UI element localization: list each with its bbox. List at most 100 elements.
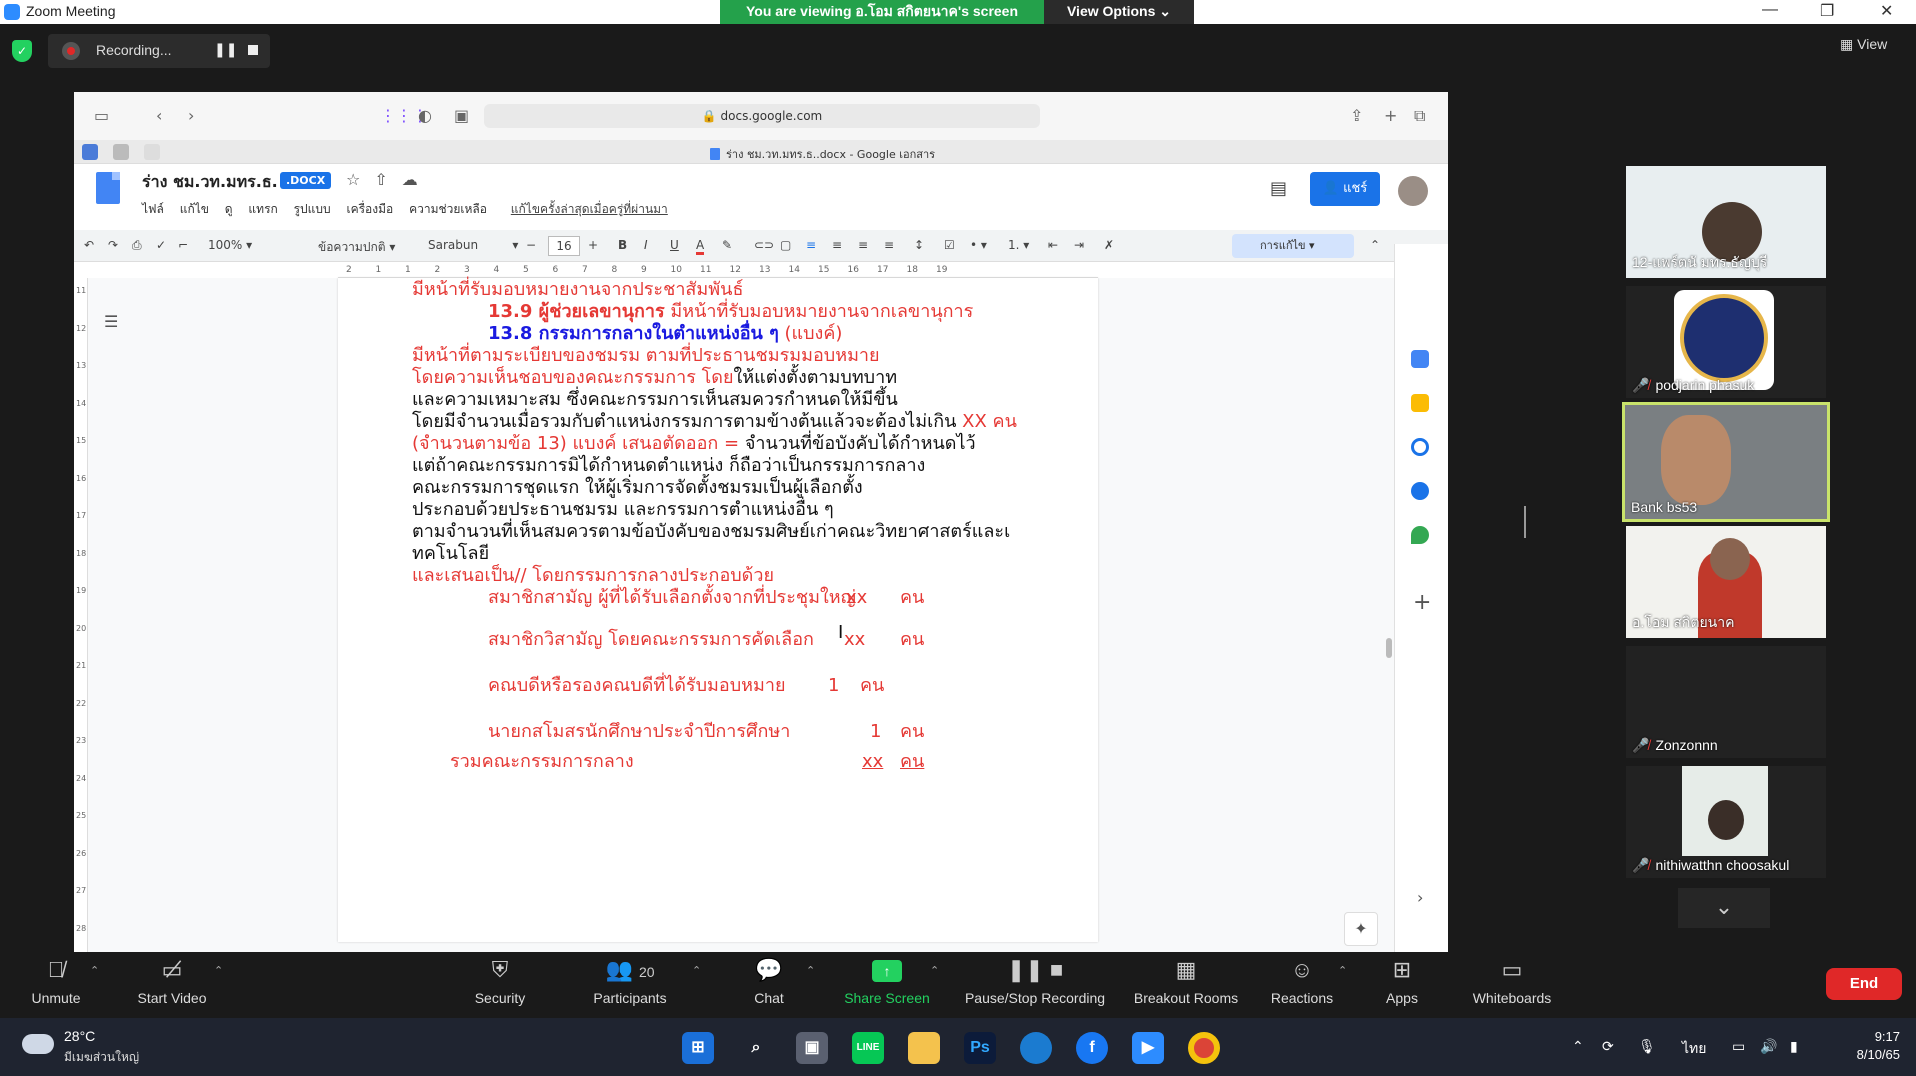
italic-icon[interactable]: I: [644, 238, 648, 252]
facebook-icon[interactable]: f: [1076, 1032, 1108, 1064]
share-button[interactable]: 👤 แชร์: [1310, 172, 1380, 206]
print-icon[interactable]: ⎙: [132, 238, 142, 253]
edge-browser-icon[interactable]: [1020, 1032, 1052, 1064]
spellcheck-icon[interactable]: ✓: [156, 238, 166, 252]
task-view-icon[interactable]: ▣: [796, 1032, 828, 1064]
video-options-caret-icon[interactable]: ⌃: [214, 964, 223, 977]
participant-tile[interactable]: 12-แพร์ตนั มทร.ธัญบุรี: [1626, 166, 1826, 278]
expand-panel-icon[interactable]: ›: [1417, 888, 1423, 907]
tray-overflow-icon[interactable]: ⌃: [1572, 1038, 1584, 1055]
new-tab-icon[interactable]: +: [1384, 106, 1397, 125]
forward-icon[interactable]: ›: [188, 106, 194, 125]
share-icon[interactable]: ⇪: [1350, 106, 1363, 125]
menu-help[interactable]: ความช่วยเหลือ: [409, 202, 487, 216]
bold-icon[interactable]: B: [618, 238, 627, 252]
restore-icon[interactable]: ❐: [1820, 1, 1834, 21]
bullet-list-icon[interactable]: • ▾: [970, 238, 987, 252]
highlight-icon[interactable]: ✎: [722, 238, 732, 252]
add-addon-icon[interactable]: +: [1413, 590, 1431, 615]
last-edit-link[interactable]: แก้ไขครั้งล่าสุดเมื่อครู่ที่ผ่านมา: [511, 202, 668, 216]
decrease-indent-icon[interactable]: ⇤: [1048, 238, 1058, 252]
more-participants-chevron-icon[interactable]: ⌄: [1678, 888, 1770, 928]
view-options-button[interactable]: View Options ⌄: [1044, 0, 1194, 24]
security-button[interactable]: ⛨ Security: [460, 952, 540, 1018]
menu-file[interactable]: ไฟล์: [142, 202, 164, 216]
privacy-shield-icon[interactable]: ◐: [418, 106, 432, 125]
font-select[interactable]: Sarabun ▾: [428, 238, 518, 252]
sidebar-toggle-icon[interactable]: ▭: [94, 106, 109, 125]
star-icon[interactable]: ☆: [346, 170, 374, 189]
contacts-icon[interactable]: [1411, 482, 1429, 500]
start-menu-icon[interactable]: ⊞: [682, 1032, 714, 1064]
undo-icon[interactable]: ↶: [84, 238, 94, 252]
menu-view[interactable]: ดู: [225, 202, 233, 216]
docs-logo-icon[interactable]: [96, 172, 120, 204]
start-video-button[interactable]: ▭̸ Start Video ⌃: [122, 952, 223, 1018]
editing-mode-select[interactable]: การแก้ไข ▾: [1232, 234, 1354, 258]
volume-icon[interactable]: 🔊: [1760, 1038, 1777, 1055]
apps-button[interactable]: ⊞ Apps: [1382, 952, 1422, 1018]
clear-format-icon[interactable]: ✗: [1104, 238, 1114, 252]
maps-icon[interactable]: [1411, 526, 1429, 544]
line-app-icon[interactable]: LINE: [852, 1032, 884, 1064]
system-clock[interactable]: 9:17 8/10/65: [1836, 1028, 1900, 1064]
increase-font-icon[interactable]: +: [588, 238, 598, 252]
participant-tile-active-speaker[interactable]: Bank bs53: [1622, 402, 1830, 522]
menu-tools[interactable]: เครื่องมือ: [346, 202, 393, 216]
increase-indent-icon[interactable]: ⇥: [1074, 238, 1084, 252]
keep-icon[interactable]: [1411, 394, 1429, 412]
participant-tile[interactable]: 🎤̸ podjarin phasuk: [1626, 286, 1826, 398]
calendar-icon[interactable]: [1411, 350, 1429, 368]
favorite-1-icon[interactable]: [82, 144, 98, 160]
paint-format-icon[interactable]: ⌐: [178, 238, 188, 252]
extension-icon[interactable]: ▣: [454, 106, 469, 125]
align-left-icon[interactable]: ≡: [806, 238, 816, 252]
panel-divider[interactable]: [1524, 506, 1526, 538]
redo-icon[interactable]: ↷: [108, 238, 118, 252]
language-indicator[interactable]: ไทย: [1682, 1038, 1706, 1060]
comment-history-icon[interactable]: ▤: [1270, 178, 1287, 199]
align-right-icon[interactable]: ≡: [858, 238, 868, 252]
minimize-icon[interactable]: —: [1762, 1, 1778, 19]
document-scrollbar[interactable]: [1386, 638, 1392, 658]
font-size-input[interactable]: 16: [548, 236, 580, 256]
back-icon[interactable]: ‹: [156, 106, 162, 125]
address-bar[interactable]: 🔒 docs.google.com: [484, 104, 1040, 128]
style-select[interactable]: ข้อความปกติ ▾: [318, 238, 395, 257]
pause-recording-icon[interactable]: ❚❚: [214, 42, 237, 58]
move-icon[interactable]: ⇧: [374, 170, 401, 189]
share-screen-button[interactable]: ↑ Share Screen ⌃: [836, 952, 939, 1018]
reactions-caret-icon[interactable]: ⌃: [1338, 964, 1347, 977]
weather-condition[interactable]: มีเมฆส่วนใหญ่: [64, 1048, 139, 1067]
collapse-toolbar-icon[interactable]: ⌃: [1370, 238, 1380, 252]
view-button[interactable]: ▦ View: [1840, 36, 1887, 53]
line-spacing-icon[interactable]: ↕: [914, 238, 924, 252]
participants-caret-icon[interactable]: ⌃: [692, 964, 701, 977]
menu-format[interactable]: รูปแบบ: [294, 202, 331, 216]
decrease-font-icon[interactable]: −: [526, 238, 536, 252]
document-page[interactable]: มีหน้าที่รับมอบหมายงานจากประชาสัมพันธ์ 1…: [338, 278, 1098, 942]
zoom-select[interactable]: 100% ▾: [208, 238, 252, 252]
account-avatar[interactable]: [1398, 176, 1428, 206]
participant-tile[interactable]: 🎤̸ Zonzonnn: [1626, 646, 1826, 758]
share-caret-icon[interactable]: ⌃: [930, 964, 939, 977]
menu-edit[interactable]: แก้ไข: [180, 202, 209, 216]
link-icon[interactable]: ⊂⊃: [754, 238, 774, 252]
battery-icon[interactable]: ▮: [1790, 1038, 1798, 1055]
network-icon[interactable]: ▭: [1732, 1038, 1745, 1055]
tab-overview-icon[interactable]: ⧉: [1414, 106, 1425, 126]
checklist-icon[interactable]: ☑: [944, 238, 955, 252]
add-comment-icon[interactable]: ▢: [780, 238, 791, 252]
sync-icon[interactable]: ⟳: [1602, 1038, 1614, 1055]
document-title[interactable]: ร่าง ชม.วท.มทร.ธ.: [142, 170, 278, 195]
whiteboards-button[interactable]: ▭ Whiteboards: [1466, 952, 1558, 1018]
chat-caret-icon[interactable]: ⌃: [806, 964, 815, 977]
underline-icon[interactable]: U: [670, 238, 679, 252]
file-explorer-icon[interactable]: [908, 1032, 940, 1064]
text-color-icon[interactable]: A: [696, 238, 705, 255]
end-meeting-button[interactable]: End: [1826, 968, 1902, 1000]
breakout-rooms-button[interactable]: ▦ Breakout Rooms: [1128, 952, 1244, 1018]
align-center-icon[interactable]: ≡: [832, 238, 842, 252]
menu-insert[interactable]: แทรก: [248, 202, 277, 216]
microphone-icon[interactable]: 🎙: [1638, 1038, 1656, 1055]
